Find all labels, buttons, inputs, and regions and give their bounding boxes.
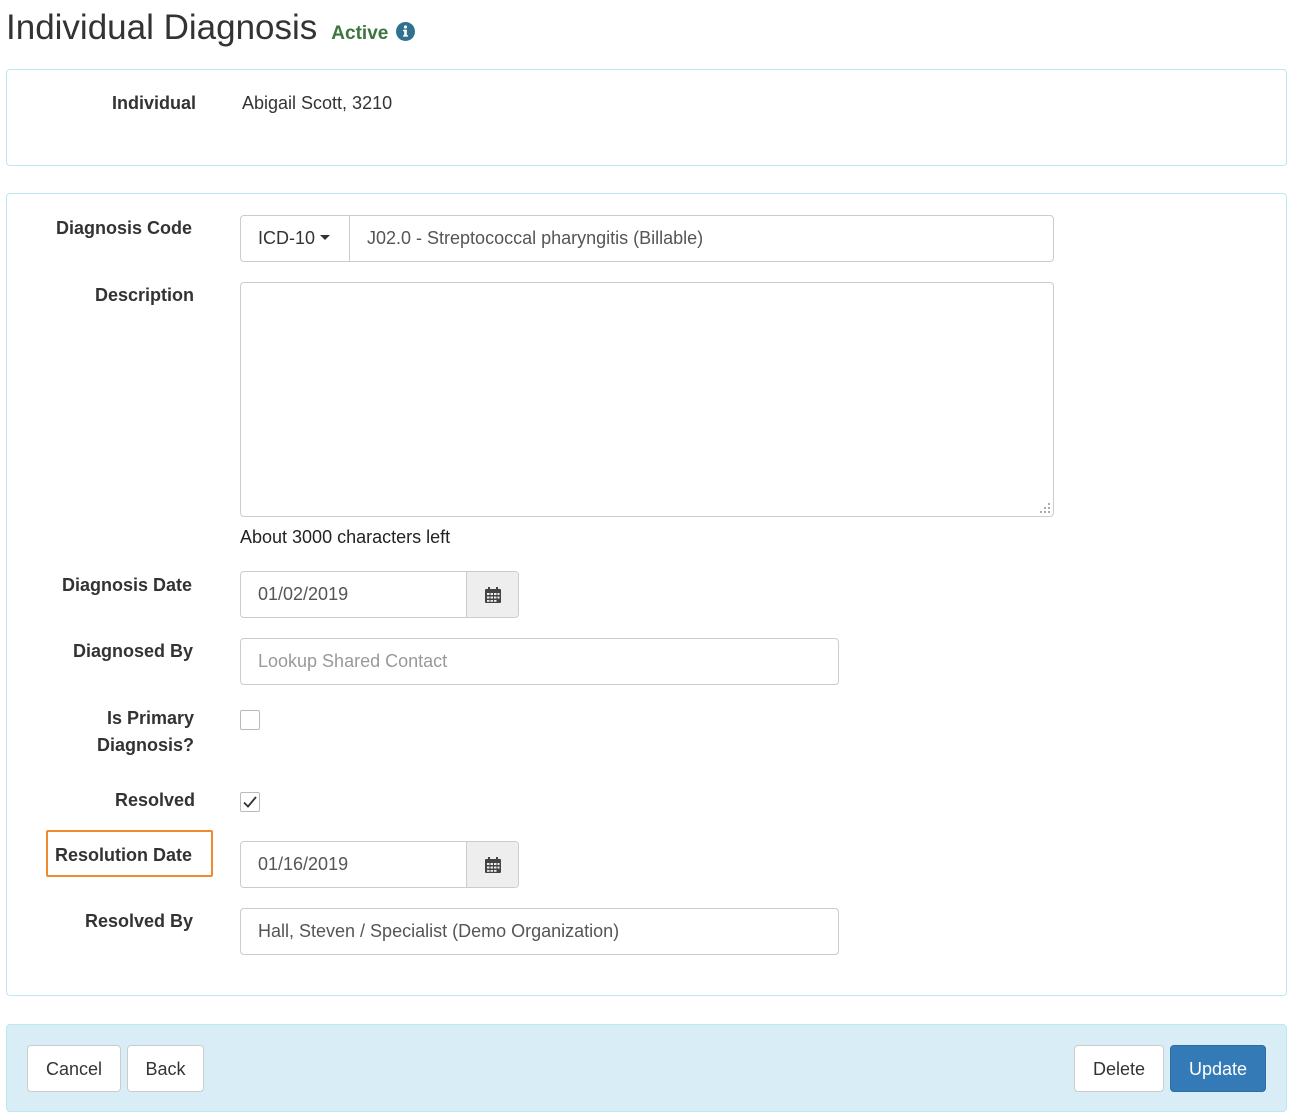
resolution-date-picker-button[interactable] [466,842,518,887]
calendar-icon [484,586,501,603]
status-badge: Active [331,23,389,44]
caret-down-icon [320,234,331,240]
form-footer: Cancel Back Delete Update [6,1024,1287,1112]
individual-value: Abigail Scott, 3210 [242,93,393,113]
resolution-date-group: 01/16/2019 [240,841,519,888]
diagnosis-date-picker-button[interactable] [466,572,518,617]
code-system-dropdown[interactable]: ICD-10 [241,216,350,261]
page-title: Individual Diagnosis [6,8,318,47]
diagnosis-date-input[interactable]: 01/02/2019 [241,572,466,617]
info-icon[interactable] [396,22,416,41]
is-primary-checkbox[interactable] [240,710,260,730]
char-count: About 3000 characters left [240,527,451,547]
description-textarea[interactable] [240,282,1054,517]
individual-panel: Individual Abigail Scott, 3210 [6,69,1287,166]
individual-label: Individual [112,93,197,113]
calendar-icon [484,856,501,873]
description-label: Description [95,285,195,305]
resolution-date-label: Resolution Date [55,845,193,865]
resolved-by-label: Resolved By [85,911,194,931]
resolution-date-input[interactable]: 01/16/2019 [241,842,466,887]
cancel-button[interactable]: Cancel [27,1045,121,1092]
diagnosis-date-label: Diagnosis Date [62,575,193,595]
is-primary-label-line1: Is Primary [107,708,195,728]
code-system-label: ICD-10 [258,228,316,248]
diagnosed-by-label: Diagnosed By [73,641,194,661]
update-button[interactable]: Update [1170,1045,1266,1092]
checkmark-icon [243,796,257,808]
back-button[interactable]: Back [127,1045,204,1092]
resolved-label: Resolved [115,790,196,810]
diagnosis-code-input[interactable]: J02.0 - Streptococcal pharyngitis (Billa… [350,216,1053,261]
resolved-by-input[interactable]: Hall, Steven / Specialist (Demo Organiza… [240,908,839,955]
delete-button[interactable]: Delete [1074,1045,1164,1092]
diagnosis-code-label: Diagnosis Code [56,218,193,238]
page-header: Individual Diagnosis Active [6,8,416,52]
diagnosis-form-panel: Diagnosis Code ICD-10 J02.0 - Streptococ… [6,193,1287,996]
resize-grip-icon[interactable] [1039,502,1051,514]
diagnosis-date-group: 01/02/2019 [240,571,519,618]
is-primary-label-line2: Diagnosis? [97,735,195,755]
diagnosis-code-group: ICD-10 J02.0 - Streptococcal pharyngitis… [240,215,1054,262]
resolved-checkbox[interactable] [240,792,260,812]
diagnosed-by-input[interactable]: Lookup Shared Contact [240,638,839,685]
